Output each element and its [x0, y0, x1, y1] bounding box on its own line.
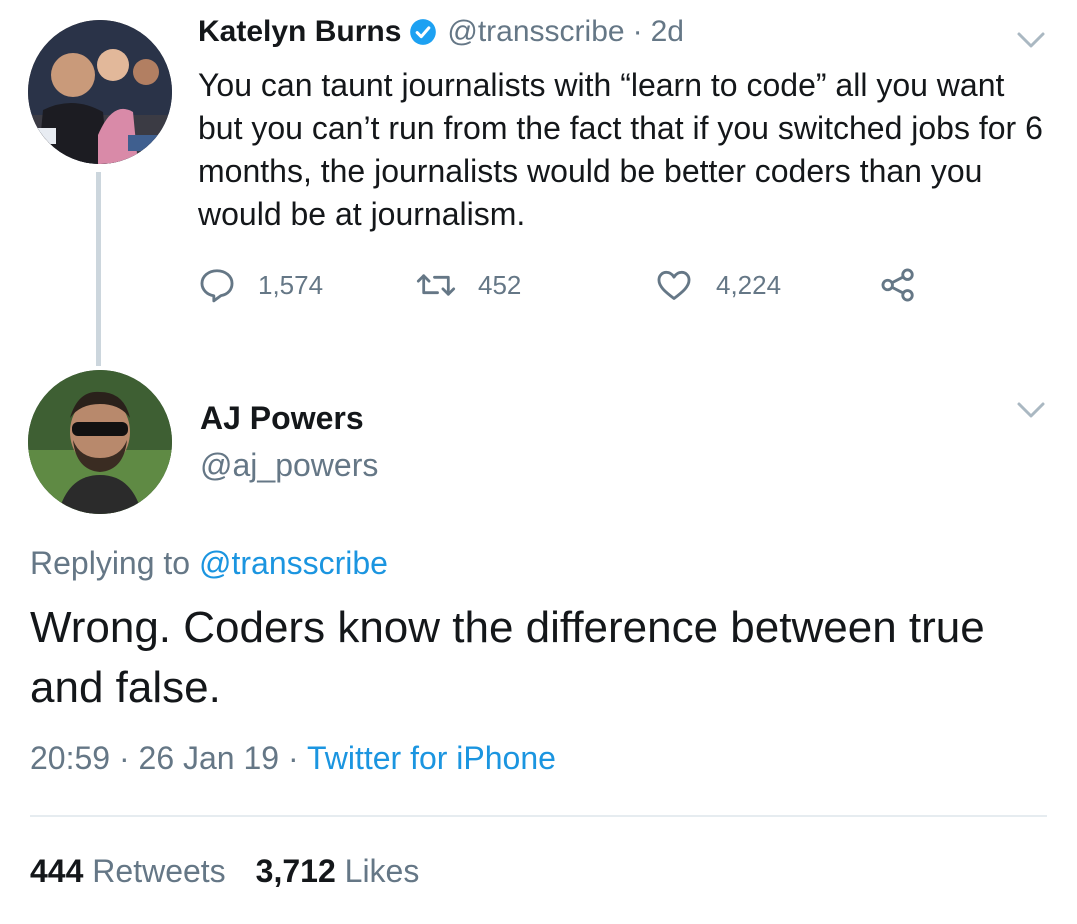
reply-icon	[200, 269, 234, 303]
retweets-label: Retweets	[92, 853, 226, 889]
avatar-photo	[28, 20, 172, 164]
avatar-photo	[28, 370, 172, 514]
avatar-katelyn-burns[interactable]	[28, 20, 172, 164]
replying-to-handle-link[interactable]: @transscribe	[199, 545, 388, 581]
replying-to-prefix: Replying to	[30, 545, 191, 581]
retweet-count: 452	[478, 269, 522, 300]
like-button[interactable]: 4,224	[654, 266, 781, 304]
tweet2-date[interactable]: 26 Jan 19	[139, 740, 280, 776]
tweet2-time[interactable]: 20:59	[30, 740, 110, 776]
tweet2-metadata: 20:59 · 26 Jan 19 · Twitter for iPhone	[30, 740, 556, 777]
tweet1-author-handle[interactable]: @transscribe	[447, 15, 624, 49]
retweet-button[interactable]: 452	[416, 266, 521, 304]
like-icon	[657, 270, 691, 300]
retweet-icon	[416, 274, 456, 296]
tweet1-author-name[interactable]: Katelyn Burns	[198, 15, 401, 49]
thread-connector-line	[96, 172, 101, 366]
tweet2-text: Wrong. Coders know the difference betwee…	[30, 603, 985, 712]
likes-count: 3,712	[255, 853, 336, 889]
share-icon	[881, 268, 914, 302]
tweet1-text: You can taunt journalists with “learn to…	[198, 67, 1043, 232]
tweet2-author-handle[interactable]: @aj_powers	[200, 447, 378, 484]
retweets-count: 444	[30, 853, 84, 889]
like-count: 4,224	[716, 269, 782, 300]
tweet1-header: Katelyn Burns @transscribe · 2d	[198, 15, 684, 49]
tweet1-age[interactable]: 2d	[651, 15, 684, 49]
avatar-aj-powers[interactable]	[28, 370, 172, 514]
likes-label: Likes	[344, 853, 420, 889]
tweet1-separator: ·	[632, 15, 643, 48]
verified-icon	[410, 19, 437, 45]
chevron-down-icon[interactable]	[1016, 400, 1046, 420]
replying-to: Replying to @transscribe	[30, 545, 388, 582]
reply-button[interactable]: 1,574	[198, 266, 323, 304]
likes-stat[interactable]: 3,712 Likes	[256, 853, 420, 889]
tweet2-source-link[interactable]: Twitter for iPhone	[307, 740, 556, 776]
chevron-down-icon[interactable]	[1016, 30, 1046, 50]
divider	[30, 815, 1047, 817]
retweets-stat[interactable]: 444 Retweets	[30, 853, 226, 889]
meta-separator: ·	[118, 740, 130, 776]
reply-count: 1,574	[258, 269, 324, 300]
tweet2-engagement-stats: 444 Retweets 3,712 Likes	[30, 853, 419, 890]
tweet2-author-name[interactable]: AJ Powers	[200, 400, 364, 437]
share-button[interactable]	[878, 266, 918, 304]
meta-separator: ·	[287, 740, 299, 776]
